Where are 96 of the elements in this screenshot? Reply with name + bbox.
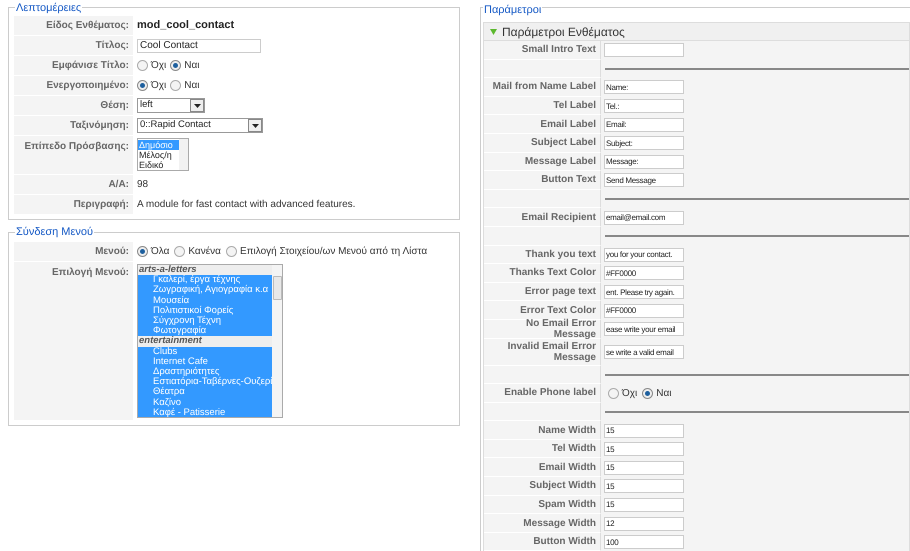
- radio-button[interactable]: [174, 246, 186, 257]
- field-label: Error Text Color: [520, 304, 596, 316]
- text-input[interactable]: [604, 43, 684, 58]
- text-input[interactable]: ent. Please try again.: [604, 285, 684, 300]
- text-input[interactable]: #FF0000: [604, 304, 684, 318]
- radio-label: Όλα: [151, 245, 170, 259]
- field-label: Error page text: [524, 286, 596, 298]
- field-label: Α/Α:: [108, 178, 129, 192]
- radio-button[interactable]: [642, 388, 654, 399]
- text-input[interactable]: ease write your email: [604, 322, 684, 336]
- text-input[interactable]: Cool Contact: [137, 38, 261, 52]
- field-label: Email Label: [540, 118, 596, 130]
- text-input[interactable]: you for your contact.: [604, 248, 684, 262]
- field-label: Mail from Name Label: [492, 81, 596, 92]
- section-legend: Σύνδεση Μενού: [15, 226, 94, 238]
- list-option[interactable]: Ειδικό: [138, 160, 179, 170]
- field-label: Tel Label: [553, 100, 596, 112]
- radio-button[interactable]: [226, 246, 237, 257]
- field-label: Ταξινόμηση:: [70, 119, 129, 133]
- text-input[interactable]: Tel.:: [604, 99, 684, 114]
- field-value: A module for fast contact with advanced features.: [137, 198, 356, 212]
- field-label: Τίτλος:: [96, 39, 129, 53]
- field-label: Thank you text: [525, 248, 596, 260]
- radio-label: Όχι: [151, 59, 166, 73]
- field-label: Message Width: [523, 518, 596, 529]
- radio-label: Ναι: [656, 386, 672, 401]
- text-input[interactable]: 15: [604, 460, 684, 475]
- radio-button[interactable]: [137, 80, 148, 91]
- field-label: Εμφάνισε Τίτλο:: [52, 59, 129, 73]
- field-label: Ενεργοποιημένο:: [46, 79, 129, 93]
- text-input[interactable]: 15: [604, 479, 684, 494]
- list-box[interactable]: Δημόσιο Μέλος/η Ειδικό: [137, 138, 189, 171]
- text-input[interactable]: 15: [604, 442, 684, 456]
- field-label: Email Width: [538, 462, 596, 473]
- field-label: Είδος Ενθέματος:: [46, 19, 129, 33]
- radio-label: Ναι: [184, 59, 200, 73]
- dropdown-button[interactable]: [248, 119, 262, 132]
- field-label: Enable Phone label: [504, 387, 596, 398]
- field-label: Button Text: [541, 174, 596, 186]
- radio-button[interactable]: [170, 80, 182, 91]
- radio-label: Επιλογή Στοιχείου/ων Μενού από τη Λίστα: [240, 245, 428, 259]
- field-label: Περιγραφή:: [74, 198, 129, 212]
- menu-list-box[interactable]: [137, 264, 283, 418]
- field-value: mod_cool_contact: [137, 18, 234, 34]
- text-input[interactable]: 100: [604, 535, 684, 550]
- list-option[interactable]: Μέλος/η: [138, 150, 179, 160]
- group-heading: entertainment: [138, 336, 272, 347]
- field-label: Θέση:: [100, 99, 129, 113]
- field-label: Button Width: [533, 536, 596, 548]
- field-label: Επιλογή Μενού:: [52, 266, 129, 280]
- text-input[interactable]: Message:: [604, 154, 684, 169]
- scrollbar[interactable]: [179, 139, 188, 170]
- scrollbar-thumb[interactable]: [272, 276, 282, 300]
- dropdown-button[interactable]: [190, 99, 204, 112]
- field-label: Email Recipient: [522, 212, 596, 223]
- radio-button[interactable]: [137, 60, 148, 71]
- radio-label: Κανένα: [188, 245, 221, 259]
- text-input[interactable]: se write a valid email: [604, 345, 684, 359]
- field-label: Message Label: [524, 156, 596, 167]
- field-label: Invalid Email Error Message: [506, 340, 596, 362]
- field-label: Thanks Text Color: [510, 267, 596, 278]
- dropdown[interactable]: left: [137, 98, 205, 113]
- field-label: Tel Width: [552, 443, 596, 454]
- field-label: Name Width: [538, 424, 596, 436]
- radio-button[interactable]: [608, 388, 619, 399]
- section-legend: Λεπτομέρειες: [15, 2, 82, 14]
- radio-label: Ναι: [184, 79, 200, 93]
- caret-icon: [252, 124, 258, 128]
- text-input[interactable]: Name:: [604, 80, 684, 94]
- field-label: Small Intro Text: [522, 44, 596, 56]
- text-input[interactable]: 15: [604, 498, 684, 512]
- panel-title: Παράμετροι Ενθέματος: [502, 24, 625, 40]
- radio-label: Όχι: [151, 79, 166, 93]
- text-input[interactable]: Email:: [604, 118, 684, 132]
- text-input[interactable]: Send Message: [604, 173, 684, 188]
- group-heading: arts-a-letters: [138, 265, 272, 276]
- field-label: Μενού:: [95, 245, 129, 259]
- text-input[interactable]: 15: [604, 424, 684, 438]
- field-label: Subject Label: [530, 137, 596, 148]
- field-label: No Email Error Message: [524, 318, 596, 340]
- section-legend: Παράμετροι: [483, 4, 542, 16]
- radio-button[interactable]: [137, 246, 148, 257]
- field-value: 98: [137, 178, 148, 192]
- panel-header[interactable]: Παράμετροι Ενθέματος: [484, 23, 909, 41]
- text-input[interactable]: #FF0000: [604, 266, 684, 280]
- field-label: Spam Width: [538, 498, 596, 510]
- field-label: Επίπεδο Πρόσβασης:: [24, 140, 129, 154]
- radio-button[interactable]: [170, 60, 182, 71]
- radio-label: Όχι: [622, 386, 638, 401]
- scrollbar[interactable]: [272, 265, 282, 417]
- field-label: Subject Width: [529, 480, 596, 492]
- caret-icon: [194, 104, 200, 108]
- text-input[interactable]: 12: [604, 516, 684, 531]
- text-input[interactable]: email@email.com: [604, 210, 684, 225]
- text-input[interactable]: Subject:: [604, 136, 684, 150]
- dropdown[interactable]: 0::Rapid Contact: [137, 118, 263, 133]
